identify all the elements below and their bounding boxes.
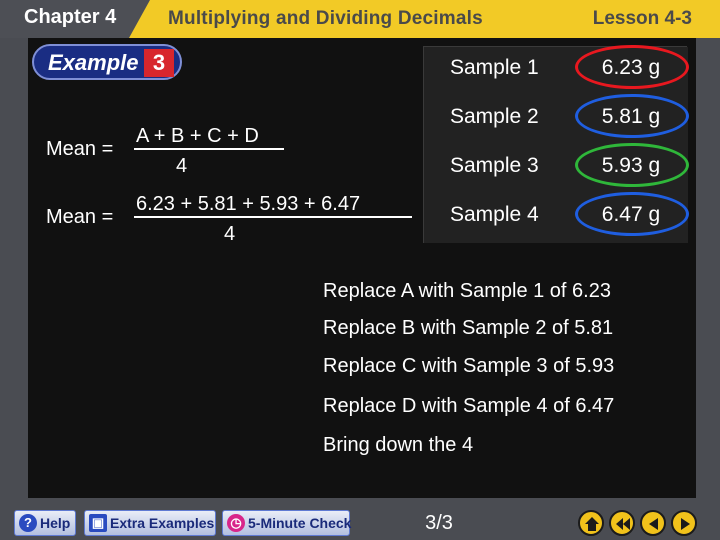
arrow-right-icon: [681, 518, 690, 530]
previous-slide-button[interactable]: [640, 510, 666, 536]
clock-icon: ◷: [227, 514, 245, 532]
home-icon: [585, 517, 599, 531]
formula-numerator: 6.23 + 5.81 + 5.93 + 6.47: [136, 193, 361, 215]
first-slide-button[interactable]: [609, 510, 635, 536]
example-number: 3: [144, 49, 174, 77]
mean-label: Mean =: [46, 206, 114, 228]
left-border: [0, 38, 28, 498]
lesson-label: Lesson 4-3: [592, 8, 692, 29]
sample-label: Sample 1: [424, 47, 574, 96]
fraction-bar: [134, 148, 284, 150]
step-text: Replace D with Sample 4 of 6.47: [323, 395, 615, 417]
sample-label: Sample 2: [424, 96, 574, 145]
formula-denominator: 4: [176, 155, 188, 177]
step-text: Replace B with Sample 2 of 5.81: [323, 317, 614, 339]
extra-examples-button[interactable]: ▣ Extra Examples: [84, 510, 216, 536]
rewind-icon: [616, 518, 630, 530]
examples-icon: ▣: [89, 514, 107, 532]
next-slide-button[interactable]: [671, 510, 697, 536]
help-button[interactable]: ? Help: [14, 510, 76, 536]
chapter-title: Multiplying and Dividing Decimals: [168, 8, 483, 29]
right-border: [696, 38, 720, 498]
fraction-bar: [134, 216, 412, 218]
highlight-ring-sample-1: [575, 45, 689, 89]
five-minute-check-button[interactable]: ◷ 5-Minute Check: [222, 510, 352, 536]
highlight-ring-sample-2: [575, 94, 689, 138]
step-text: Bring down the 4: [323, 434, 474, 456]
five-minute-check-label: 5-Minute Check: [248, 515, 352, 531]
formula-numerator: A + B + C + D: [136, 125, 259, 147]
sample-label: Sample 4: [424, 194, 574, 243]
chapter-tab: Chapter 4: [0, 0, 150, 38]
highlight-ring-sample-3: [575, 143, 689, 187]
chapter-label: Chapter 4: [24, 6, 117, 28]
step-text: Replace A with Sample 1 of 6.23: [323, 280, 611, 302]
lesson-header: Chapter 4 Multiplying and Dividing Decim…: [0, 0, 720, 38]
example-badge: Example 3: [32, 44, 182, 80]
step-text: Replace C with Sample 3 of 5.93: [323, 355, 615, 377]
arrow-left-icon: [649, 518, 658, 530]
question-icon: ?: [19, 514, 37, 532]
highlight-ring-sample-4: [575, 192, 689, 236]
sample-label: Sample 3: [424, 145, 574, 194]
formula-denominator: 4: [224, 223, 236, 245]
example-label: Example: [48, 50, 139, 75]
home-button[interactable]: [578, 510, 604, 536]
mean-label: Mean =: [46, 138, 114, 160]
page-indicator: 3/3: [425, 512, 453, 534]
extra-examples-label: Extra Examples: [110, 515, 215, 531]
help-label: Help: [40, 515, 71, 531]
